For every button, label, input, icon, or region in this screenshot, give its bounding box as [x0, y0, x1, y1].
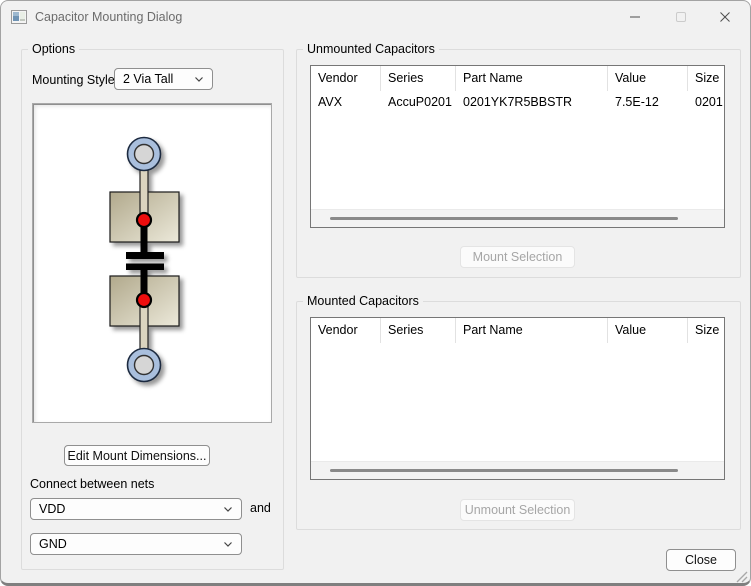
column-header-vendor[interactable]: Vendor	[311, 318, 381, 343]
horizontal-scrollbar[interactable]	[311, 461, 724, 479]
mounted-capacitors-table[interactable]: Vendor Series Part Name Value Size	[310, 317, 725, 480]
mounting-style-label: Mounting Style:	[32, 73, 119, 87]
column-header-value[interactable]: Value	[608, 66, 688, 91]
net-top-dropdown[interactable]: VDD	[30, 498, 242, 520]
close-icon	[720, 12, 730, 22]
table-cell: 7.5E-12	[615, 95, 659, 109]
net-bottom-dropdown[interactable]: GND	[30, 533, 242, 555]
title-bar: Capacitor Mounting Dialog	[1, 1, 750, 33]
maximize-icon	[676, 12, 686, 22]
table-header: Vendor Series Part Name Value Size	[311, 66, 724, 91]
connect-between-nets-label: Connect between nets	[30, 477, 155, 491]
maximize-button	[658, 1, 704, 33]
column-header-value[interactable]: Value	[608, 318, 688, 343]
minimize-icon	[630, 16, 640, 18]
capacitor-mount-diagram	[109, 136, 180, 383]
capacitor-mounting-dialog: Capacitor Mounting Dialog Options Mounti…	[0, 0, 751, 586]
scrollbar-thumb[interactable]	[330, 217, 678, 220]
scrollbar-thumb[interactable]	[330, 469, 678, 472]
junction-dot-bottom	[135, 291, 153, 309]
unmounted-capacitors-groupbox: Unmounted Capacitors Vendor Series Part Na…	[296, 42, 741, 278]
column-header-part-name[interactable]: Part Name	[456, 66, 608, 91]
dialog-close-button[interactable]: Close	[666, 549, 736, 571]
column-header-size[interactable]: Size	[688, 318, 724, 343]
options-groupbox-title: Options	[28, 42, 80, 57]
net-top-value: VDD	[39, 502, 66, 516]
options-groupbox: Options Mounting Style: 2 Via Tall Edit …	[21, 42, 284, 570]
column-header-part-name[interactable]: Part Name	[456, 318, 608, 343]
minimize-button[interactable]	[612, 1, 658, 33]
unmounted-capacitors-title: Unmounted Capacitors	[303, 42, 439, 57]
mounting-style-dropdown[interactable]: 2 Via Tall	[114, 68, 213, 90]
column-header-series[interactable]: Series	[381, 66, 456, 91]
and-label: and	[250, 501, 271, 515]
mounting-style-value: 2 Via Tall	[123, 72, 174, 86]
via-top-icon	[126, 136, 162, 172]
edit-mount-dimensions-button[interactable]: Edit Mount Dimensions...	[64, 445, 210, 466]
column-header-size[interactable]: Size	[688, 66, 724, 91]
junction-dot-top	[135, 211, 153, 229]
table-cell: AVX	[318, 95, 343, 109]
unmount-selection-button[interactable]: Unmount Selection	[460, 499, 575, 521]
resize-grip-icon[interactable]	[732, 567, 748, 583]
chevron-down-icon	[222, 503, 234, 515]
table-cell: 0201	[695, 95, 723, 109]
unmounted-capacitors-table[interactable]: Vendor Series Part Name Value Size AVX AccuP0…	[310, 65, 725, 228]
table-body: AVX AccuP0201 0201YK7R5BBSTR 7.5E-12 0201	[311, 91, 724, 113]
window-title: Capacitor Mounting Dialog	[35, 10, 183, 24]
table-header: Vendor Series Part Name Value Size	[311, 318, 724, 343]
net-bottom-value: GND	[39, 537, 67, 551]
chevron-down-icon	[222, 538, 234, 550]
table-cell: AccuP0201	[388, 95, 452, 109]
close-button[interactable]	[702, 1, 748, 33]
column-header-series[interactable]: Series	[381, 318, 456, 343]
mount-selection-button[interactable]: Mount Selection	[460, 246, 575, 268]
table-row[interactable]: AVX AccuP0201 0201YK7R5BBSTR 7.5E-12 0201	[311, 91, 724, 113]
mounted-capacitors-groupbox: Mounted Capacitors Vendor Series Part Name…	[296, 294, 741, 530]
app-icon	[11, 10, 27, 24]
column-header-vendor[interactable]: Vendor	[311, 66, 381, 91]
table-cell: 0201YK7R5BBSTR	[463, 95, 573, 109]
chevron-down-icon	[193, 73, 205, 85]
via-bottom-icon	[126, 347, 162, 383]
mounted-capacitors-title: Mounted Capacitors	[303, 294, 423, 309]
horizontal-scrollbar[interactable]	[311, 209, 724, 227]
mount-preview-canvas	[32, 103, 272, 423]
